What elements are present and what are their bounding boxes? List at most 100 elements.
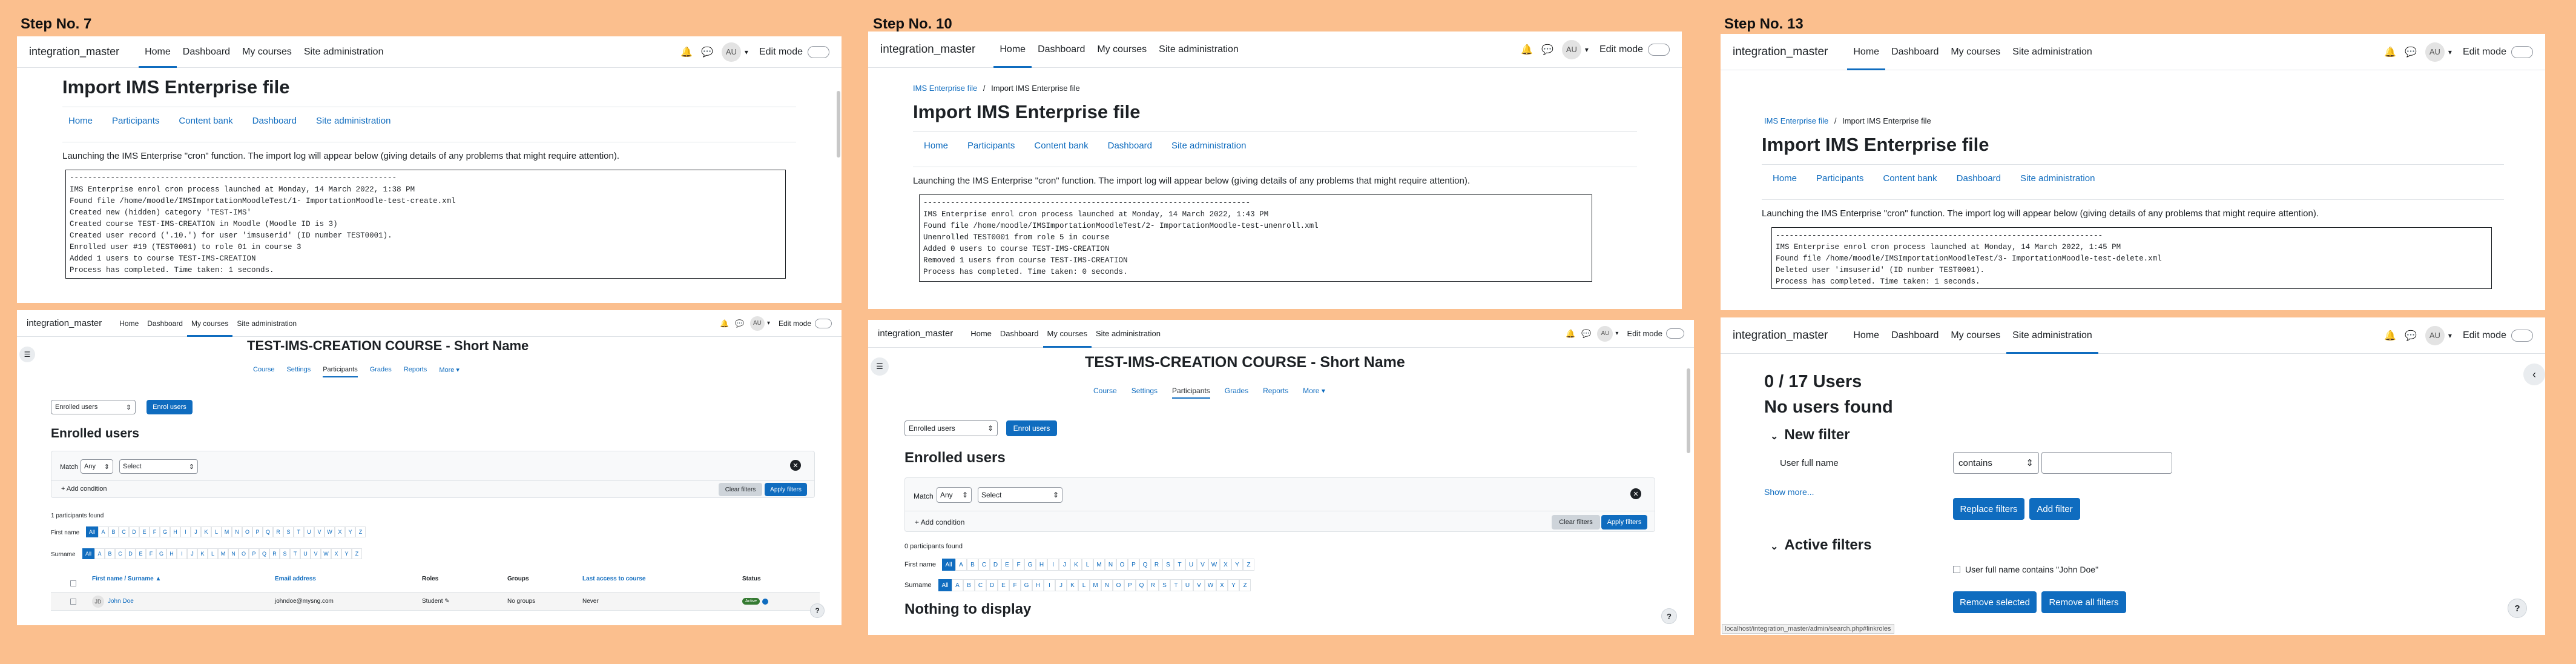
letter[interactable]: Q [263, 526, 273, 537]
scrollbar[interactable] [837, 91, 840, 158]
site-name[interactable]: integration_master [1733, 329, 1828, 342]
tab-course[interactable]: Course [253, 366, 274, 377]
letter[interactable]: A [94, 548, 105, 559]
clear-filters-button[interactable]: Clear filters [1552, 515, 1600, 530]
letter[interactable]: O [242, 526, 252, 537]
letter[interactable]: D [990, 559, 1001, 571]
tab-more[interactable]: More ▾ [439, 366, 460, 377]
letter[interactable]: Q [259, 548, 269, 559]
nav-home[interactable]: Home [1847, 34, 1885, 70]
user-avatar[interactable]: AU [1597, 325, 1613, 342]
letter[interactable]: S [280, 548, 290, 559]
match-any-select[interactable]: Any ⇕ [937, 487, 972, 503]
letter[interactable]: T [1174, 559, 1185, 571]
tab-home[interactable]: Home [924, 141, 948, 151]
nav-my-courses[interactable]: My courses [1091, 32, 1153, 68]
letter[interactable]: J [1059, 559, 1070, 571]
letter[interactable]: O [1116, 559, 1128, 571]
tab-participants[interactable]: Participants [1816, 173, 1863, 184]
chat-icon[interactable]: 💬 [735, 319, 744, 328]
tab-reports[interactable]: Reports [1263, 387, 1288, 399]
bell-icon[interactable]: 🔔 [680, 46, 693, 58]
site-name[interactable]: integration_master [880, 43, 975, 56]
nav-dashboard[interactable]: Dashboard [1885, 317, 1945, 354]
nav-my-courses[interactable]: My courses [1043, 320, 1092, 348]
edit-mode-toggle[interactable] [1648, 43, 1670, 56]
letter[interactable]: K [1070, 559, 1082, 571]
letter[interactable]: J [191, 526, 201, 537]
col-email[interactable]: Email address [275, 576, 422, 586]
nav-site-admin[interactable]: Site administration [232, 310, 301, 337]
letter[interactable]: B [967, 559, 978, 571]
letter[interactable]: X [335, 526, 345, 537]
bell-icon[interactable]: 🔔 [1521, 44, 1533, 56]
letter[interactable]: P [252, 526, 263, 537]
letter[interactable]: C [975, 579, 986, 591]
apply-filters-button[interactable]: Apply filters [1601, 515, 1647, 530]
tab-reports[interactable]: Reports [404, 366, 427, 377]
site-name[interactable]: integration_master [1733, 45, 1828, 59]
tab-site-admin[interactable]: Site administration [316, 116, 390, 126]
letter[interactable]: P [1128, 559, 1139, 571]
nav-site-admin[interactable]: Site administration [1153, 32, 1245, 68]
tab-home[interactable]: Home [1773, 173, 1797, 184]
letter[interactable]: T [294, 526, 304, 537]
letter[interactable]: N [1105, 559, 1116, 571]
letter[interactable]: P [249, 548, 259, 559]
bell-icon[interactable]: 🔔 [2384, 46, 2396, 58]
letter[interactable]: R [1151, 559, 1162, 571]
chevron-down-icon[interactable]: ▾ [2448, 48, 2452, 56]
chevron-down-icon[interactable]: ▾ [767, 320, 770, 327]
tab-more[interactable]: More ▾ [1303, 387, 1325, 399]
letter[interactable]: S [1159, 579, 1170, 591]
letter[interactable]: G [1021, 579, 1032, 591]
bell-icon[interactable]: 🔔 [720, 319, 729, 328]
chevron-left-icon[interactable]: ‹ [2523, 364, 2545, 385]
enrolled-users-select[interactable]: Enrolled users ⇕ [51, 400, 136, 414]
remove-selected-button[interactable]: Remove selected [1953, 591, 2037, 613]
letter[interactable]: E [139, 526, 150, 537]
letter[interactable]: G [1024, 559, 1036, 571]
nav-dashboard[interactable]: Dashboard [996, 320, 1043, 348]
tab-participants[interactable]: Participants [112, 116, 159, 126]
letter[interactable]: R [269, 548, 280, 559]
tab-content-bank[interactable]: Content bank [1883, 173, 1937, 184]
letter[interactable]: K [201, 526, 211, 537]
close-icon[interactable]: ✕ [1630, 488, 1641, 499]
letter[interactable]: F [1009, 579, 1021, 591]
letter-all[interactable]: All [82, 548, 94, 559]
contains-select[interactable]: contains ⇕ [1953, 452, 2039, 474]
help-icon[interactable]: ? [810, 603, 825, 618]
letter[interactable]: L [1082, 559, 1093, 571]
letter-all[interactable]: All [86, 526, 98, 537]
scrollbar[interactable] [1687, 368, 1690, 453]
bell-icon[interactable]: 🔔 [2384, 330, 2396, 342]
row-name[interactable]: John Doe [108, 598, 134, 605]
enrol-users-button[interactable]: Enrol users [147, 400, 193, 414]
letter[interactable]: S [283, 526, 294, 537]
nav-home[interactable]: Home [139, 36, 177, 68]
letter[interactable]: I [1044, 579, 1055, 591]
letter[interactable]: H [1032, 579, 1044, 591]
letter[interactable]: Z [352, 548, 362, 559]
nav-dashboard[interactable]: Dashboard [1885, 34, 1945, 70]
letter[interactable]: W [324, 526, 335, 537]
breadcrumb-link[interactable]: IMS Enterprise file [913, 84, 977, 93]
site-name[interactable]: integration_master [878, 328, 953, 339]
nav-home[interactable]: Home [993, 32, 1032, 68]
letter[interactable]: A [952, 579, 963, 591]
tab-dashboard[interactable]: Dashboard [252, 116, 297, 126]
letter[interactable]: M [1093, 559, 1105, 571]
tab-content-bank[interactable]: Content bank [1034, 141, 1088, 151]
bell-icon[interactable]: 🔔 [1566, 329, 1575, 339]
letter[interactable]: S [1162, 559, 1174, 571]
letter[interactable]: L [211, 526, 222, 537]
letter[interactable]: C [115, 548, 125, 559]
select-all-checkbox[interactable] [70, 580, 76, 586]
letter[interactable]: O [239, 548, 249, 559]
letter[interactable]: U [1182, 579, 1193, 591]
tab-home[interactable]: Home [68, 116, 93, 126]
filter-type-select[interactable]: Select ⇕ [119, 459, 198, 474]
filter-value-input[interactable] [2041, 452, 2172, 474]
edit-mode-toggle[interactable] [815, 318, 832, 328]
